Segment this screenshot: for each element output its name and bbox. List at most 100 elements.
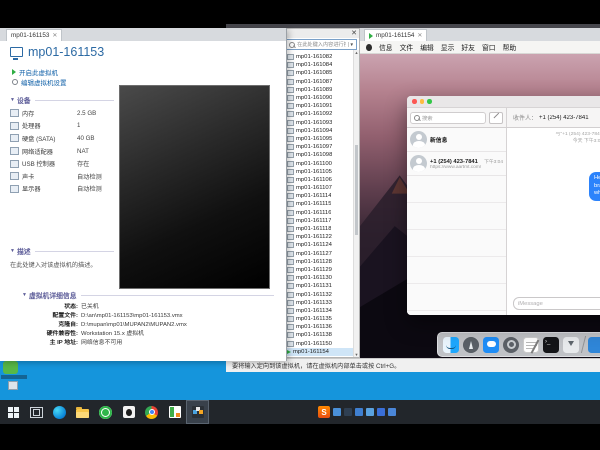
terminal-icon[interactable] <box>543 337 559 353</box>
desktop-shortcut-icon[interactable] <box>3 361 18 374</box>
description-section-header[interactable]: ▼ 描述 <box>10 246 114 256</box>
minimize-window-icon[interactable] <box>420 99 425 104</box>
scroll-down-icon[interactable]: ▼ <box>355 352 359 357</box>
description-placeholder[interactable]: 在此处键入对该虚拟机的描述。 <box>10 262 114 270</box>
macos-menu-item[interactable]: 信息 <box>379 42 393 52</box>
zoom-window-icon[interactable] <box>427 99 432 104</box>
chevron-down-icon[interactable]: ▼ <box>348 42 354 47</box>
conversation-contact[interactable]: +1 (254) 423-7841 下午3:04 https://www.aar… <box>407 152 506 176</box>
vm-screen-preview[interactable] <box>119 85 270 289</box>
close-icon[interactable]: ✕ <box>351 30 357 37</box>
macos-menu-item[interactable]: 帮助 <box>503 42 517 52</box>
scrollbar-thumb[interactable] <box>355 145 358 235</box>
vm-list-item[interactable]: mp01-161087 <box>287 78 353 86</box>
system-preferences-icon[interactable] <box>503 337 519 353</box>
vm-list-item[interactable]: mp01-161132 <box>287 290 353 298</box>
chrome-button[interactable] <box>140 400 163 424</box>
vm-list-item[interactable]: mp01-161154 <box>287 348 353 356</box>
dock-app-icon-clipped[interactable] <box>588 337 600 353</box>
vm-list-item[interactable]: mp01-161133 <box>287 299 353 307</box>
vm-list-item[interactable]: mp01-161092 <box>287 110 353 118</box>
launchpad-icon[interactable] <box>463 337 479 353</box>
vm-list-item[interactable]: mp01-161135 <box>287 315 353 323</box>
scroll-up-icon[interactable]: ▲ <box>355 50 359 55</box>
tray-icon[interactable] <box>388 408 396 416</box>
vm-details-header[interactable]: ▼ 虚拟机详细信息 <box>22 290 274 300</box>
macos-menu-item[interactable]: 显示 <box>441 42 455 52</box>
tray-icon[interactable] <box>333 408 341 416</box>
textedit-icon[interactable] <box>523 337 539 353</box>
edge-browser-button[interactable] <box>48 400 71 424</box>
vm-list-item[interactable]: mp01-161114 <box>287 192 353 200</box>
tab-mp01-161153[interactable]: mp01-161153 ✕ <box>6 29 62 41</box>
vm-list-item[interactable]: mp01-161085 <box>287 69 353 77</box>
vm-list-item[interactable]: mp01-161107 <box>287 184 353 192</box>
macos-screen[interactable]: 搜索 收件人： +1 (254) 423-7841 <box>360 54 600 358</box>
vm-list-item[interactable]: mp01-161089 <box>287 86 353 94</box>
apple-menu-icon[interactable] <box>366 44 372 51</box>
messages-search-input[interactable]: 搜索 <box>410 112 486 124</box>
conversation-new-message[interactable]: 新信息 <box>407 128 506 152</box>
tray-icon[interactable] <box>344 408 352 416</box>
imessage-input[interactable]: iMessage <box>513 297 600 310</box>
vm-list-item[interactable]: mp01-161122 <box>287 233 353 241</box>
macos-menu-item[interactable]: 好友 <box>461 42 475 52</box>
downloads-icon[interactable] <box>563 337 579 353</box>
document-app-button[interactable] <box>163 400 186 424</box>
macos-menu-item[interactable]: 编辑 <box>420 42 434 52</box>
vm-list-item[interactable]: mp01-161128 <box>287 258 353 266</box>
messages-titlebar[interactable] <box>407 96 600 108</box>
vm-list-item[interactable]: mp01-161115 <box>287 200 353 208</box>
devices-section-header[interactable]: ▼ 设备 <box>10 95 114 105</box>
close-window-icon[interactable] <box>412 99 417 104</box>
vm-list-item[interactable]: mp01-161091 <box>287 102 353 110</box>
vm-list-item[interactable]: mp01-161127 <box>287 250 353 258</box>
start-button[interactable] <box>2 400 25 424</box>
vm-list-item[interactable]: mp01-161134 <box>287 307 353 315</box>
vm-list-item[interactable]: mp01-161093 <box>287 119 353 127</box>
finder-icon[interactable] <box>443 337 459 353</box>
tray-icon[interactable] <box>377 408 385 416</box>
macos-menu-item[interactable]: 文件 <box>400 42 414 52</box>
vm-list-item[interactable]: mp01-161116 <box>287 209 353 217</box>
power-on-vm-link[interactable]: 开启此虚拟机 <box>12 67 58 77</box>
vm-list-item[interactable]: mp01-161094 <box>287 127 353 135</box>
edit-vm-settings-link[interactable]: 编辑虚拟机设置 <box>12 77 67 87</box>
vm-list-item[interactable]: mp01-161106 <box>287 176 353 184</box>
vm-list-item[interactable]: mp01-161095 <box>287 135 353 143</box>
vm-list-item[interactable]: mp01-161098 <box>287 151 353 159</box>
apple-app-button[interactable] <box>117 400 140 424</box>
tray-icon[interactable] <box>355 408 363 416</box>
file-explorer-button[interactable] <box>71 400 94 424</box>
messages-dock-icon[interactable] <box>483 337 499 353</box>
task-view-button[interactable] <box>25 400 48 424</box>
green-app-button[interactable] <box>94 400 117 424</box>
to-recipient-value[interactable]: +1 (254) 423-7841 <box>539 115 589 121</box>
vm-list-item[interactable]: mp01-161118 <box>287 225 353 233</box>
library-scrollbar[interactable]: ▲ ▼ <box>353 50 359 357</box>
vm-list-item[interactable]: mp01-161124 <box>287 241 353 249</box>
library-search-input[interactable]: 在此处键入内容进行搜索 <box>297 41 346 48</box>
vm-list-item[interactable]: mp01-161150 <box>287 340 353 348</box>
sogou-input-icon[interactable]: S <box>318 406 330 418</box>
vmware-workstation-button[interactable] <box>186 400 209 424</box>
compose-message-button[interactable] <box>489 112 503 124</box>
vm-list-item[interactable]: mp01-161100 <box>287 159 353 167</box>
vm-list-item[interactable]: mp01-161082 <box>287 53 353 61</box>
vm-list-item[interactable]: mp01-161105 <box>287 168 353 176</box>
vm-list-item[interactable]: mp01-161131 <box>287 282 353 290</box>
vm-list-item[interactable]: mp01-161129 <box>287 266 353 274</box>
vm-list-item[interactable]: mp01-161084 <box>287 61 353 69</box>
vm-list-item[interactable]: mp01-161117 <box>287 217 353 225</box>
vm-list-item[interactable]: mp01-161097 <box>287 143 353 151</box>
desktop-shortcut-icon-2[interactable] <box>8 381 18 390</box>
vm-list-item[interactable]: mp01-161136 <box>287 323 353 331</box>
macos-menu-item[interactable]: 窗口 <box>482 42 496 52</box>
tray-icon[interactable] <box>366 408 374 416</box>
close-tab-icon[interactable]: ✕ <box>52 32 57 39</box>
tab-mp01-161154[interactable]: mp01-161154 ✕ <box>364 29 427 41</box>
close-tab-icon[interactable]: ✕ <box>417 32 422 39</box>
vm-list-item[interactable]: mp01-161090 <box>287 94 353 102</box>
vm-list-item[interactable]: mp01-161138 <box>287 331 353 339</box>
vm-list-item[interactable]: mp01-161130 <box>287 274 353 282</box>
